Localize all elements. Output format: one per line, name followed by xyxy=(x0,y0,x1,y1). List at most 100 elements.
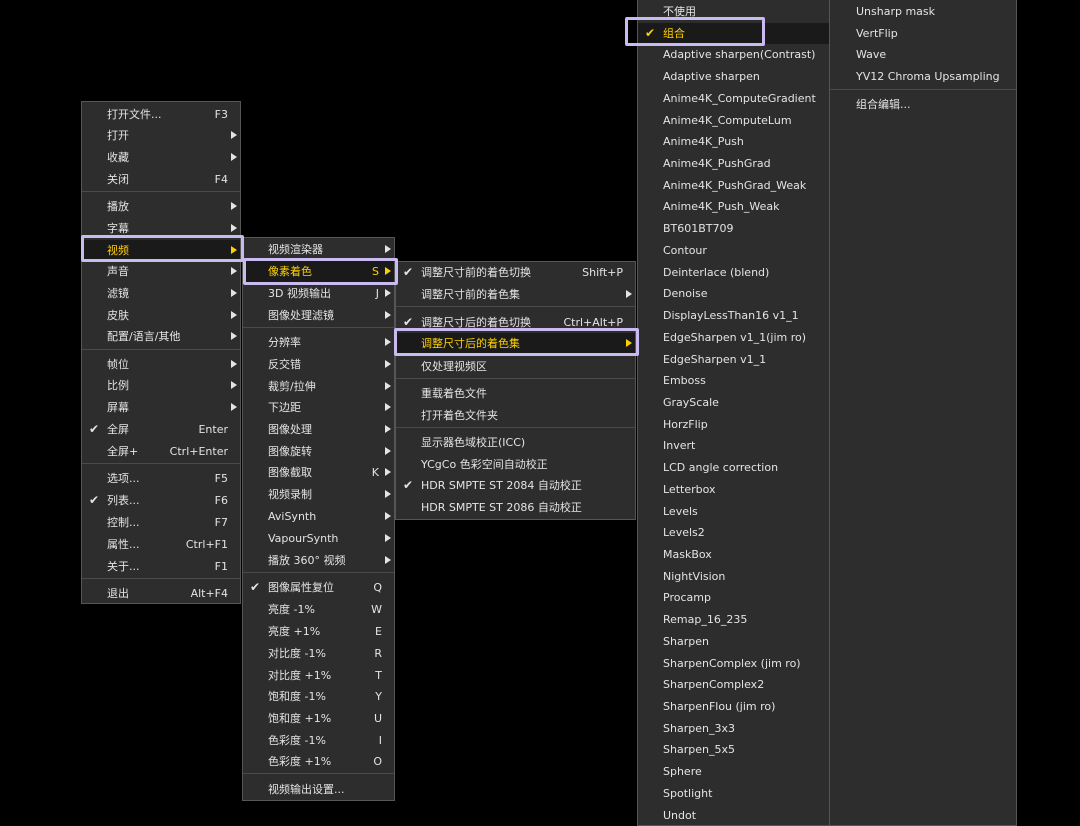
menu-item-5[interactable]: 字幕 xyxy=(82,218,240,239)
menu-item-maskbox[interactable]: MaskBox xyxy=(638,544,829,565)
menu-item-6[interactable]: 裁剪/拉伸 xyxy=(243,376,394,397)
menu-item-vertflip[interactable]: VertFlip xyxy=(830,23,1016,44)
menu-item-1[interactable]: 对比度 -1% R xyxy=(243,643,394,664)
menu-item-edgesharpen-v1-1-jim-ro[interactable]: EdgeSharpen v1_1(jim ro) xyxy=(638,327,829,348)
menu-item-lcd-angle-correction[interactable]: LCD angle correction xyxy=(638,457,829,478)
menu-item-sphere[interactable]: Sphere xyxy=(638,761,829,782)
menu-item-5[interactable]: 反交错 xyxy=(243,354,394,375)
menu-item-14[interactable]: ✔ 全屏 Enter xyxy=(82,419,240,440)
menu-item-18[interactable]: 控制... F7 xyxy=(82,512,240,533)
menu-item-contour[interactable]: Contour xyxy=(638,240,829,261)
menu-item-1[interactable]: 饱和度 -1% Y xyxy=(243,686,394,707)
menu-item-7[interactable]: 下边距 xyxy=(243,397,394,418)
menu-item-5[interactable]: 重载着色文件 xyxy=(396,383,635,404)
menu-item-letterbox[interactable]: Letterbox xyxy=(638,479,829,500)
menu-item-adaptive-sharpen-contrast[interactable]: Adaptive sharpen(Contrast) xyxy=(638,44,829,65)
menu-item-10[interactable]: 配置/语言/其他 xyxy=(82,326,240,347)
menu-item-sharpen[interactable]: Sharpen xyxy=(638,631,829,652)
menu-item-1[interactable]: 对比度 +1% T xyxy=(243,665,394,686)
menu-item-1[interactable]: 像素着色 S xyxy=(243,261,394,282)
menu-item-13[interactable]: 屏幕 xyxy=(82,397,240,418)
menu-item-avisynth[interactable]: AviSynth xyxy=(243,506,394,527)
menu-item-9[interactable]: 图像旋转 xyxy=(243,441,394,462)
menu-item-11[interactable]: 视频录制 xyxy=(243,484,394,505)
menu-item-levels2[interactable]: Levels2 xyxy=(638,522,829,543)
menu-item-hdr-smpte-st-2086[interactable]: HDR SMPTE ST 2086 自动校正 xyxy=(396,497,635,518)
menu-item-anime4k-push-weak[interactable]: Anime4K_Push_Weak xyxy=(638,196,829,217)
menu-item-grayscale[interactable]: GrayScale xyxy=(638,392,829,413)
menu-item-denoise[interactable]: Denoise xyxy=(638,283,829,304)
menu-item-levels[interactable]: Levels xyxy=(638,501,829,522)
menu-item-3[interactable]: 关闭 F4 xyxy=(82,169,240,190)
menu-item-2[interactable]: ✔ 调整尺寸后的着色切换 Ctrl+Alt+P xyxy=(396,312,635,333)
menu-item-21[interactable]: 退出 Alt+F4 xyxy=(82,583,240,604)
menu-item-1[interactable]: 色彩度 +1% O xyxy=(243,751,394,772)
menu-item-24[interactable]: 视频输出设置... xyxy=(243,779,394,800)
menu-item-6[interactable]: 视频 xyxy=(82,240,240,261)
menu-item-anime4k-pushgrad[interactable]: Anime4K_PushGrad xyxy=(638,153,829,174)
menu-item-8[interactable]: 滤镜 xyxy=(82,283,240,304)
menu-item-icc[interactable]: 显示器色域校正(ICC) xyxy=(396,432,635,453)
menu-item-17[interactable]: ✔ 列表... F6 xyxy=(82,490,240,511)
menu-item-6[interactable]: 打开着色文件夹 xyxy=(396,405,635,426)
menu-item-0[interactable]: 视频渲染器 xyxy=(243,239,394,260)
menu-item-deinterlace-blend[interactable]: Deinterlace (blend) xyxy=(638,262,829,283)
menu-item-3[interactable]: 图像处理滤镜 xyxy=(243,305,394,326)
menu-item-spotlight[interactable]: Spotlight xyxy=(638,783,829,804)
menu-item-nightvision[interactable]: NightVision xyxy=(638,566,829,587)
menu-item-4[interactable]: 组合编辑... xyxy=(830,94,1016,115)
menu-item-adaptive-sharpen[interactable]: Adaptive sharpen xyxy=(638,66,829,87)
menu-item-9[interactable]: 皮肤 xyxy=(82,305,240,326)
menu-item-0[interactable]: 打开文件... F3 xyxy=(82,104,240,125)
menu-item-1[interactable]: 饱和度 +1% U xyxy=(243,708,394,729)
menu-item-4[interactable]: 播放 xyxy=(82,196,240,217)
menu-item-7[interactable]: 声音 xyxy=(82,261,240,282)
menu-item-invert[interactable]: Invert xyxy=(638,435,829,456)
menu-item-sharpenflou-jim-ro[interactable]: SharpenFlou (jim ro) xyxy=(638,696,829,717)
menu-item-0[interactable]: ✔ 调整尺寸前的着色切换 Shift+P xyxy=(396,262,635,283)
menu-item-3d[interactable]: 3D 视频输出 J xyxy=(243,283,394,304)
menu-item-1[interactable]: 打开 xyxy=(82,125,240,146)
menu-item-anime4k-pushgrad-weak[interactable]: Anime4K_PushGrad_Weak xyxy=(638,175,829,196)
menu-item-8[interactable]: 图像处理 xyxy=(243,419,394,440)
menu-item-1[interactable]: ✔ 组合 xyxy=(638,22,829,44)
menu-item-12[interactable]: 比例 xyxy=(82,375,240,396)
menu-item-4[interactable]: 分辨率 xyxy=(243,332,394,353)
menu-item-sharpencomplex2[interactable]: SharpenComplex2 xyxy=(638,674,829,695)
menu-item-360[interactable]: 播放 360° 视频 xyxy=(243,550,394,571)
menu-item-vapoursynth[interactable]: VapourSynth xyxy=(243,528,394,549)
menu-item-anime4k-computelum[interactable]: Anime4K_ComputeLum xyxy=(638,110,829,131)
menu-item-yv12-chroma-upsampling[interactable]: YV12 Chroma Upsampling xyxy=(830,66,1016,87)
menu-item-sharpen-5x5[interactable]: Sharpen_5x5 xyxy=(638,739,829,760)
menu-item-3[interactable]: 调整尺寸后的着色集 xyxy=(396,333,635,354)
menu-item-sharpen-3x3[interactable]: Sharpen_3x3 xyxy=(638,718,829,739)
menu-item-15[interactable]: ✔ 图像属性复位 Q xyxy=(243,577,394,598)
menu-item-anime4k-push[interactable]: Anime4K_Push xyxy=(638,131,829,152)
menu-item-remap-16-235[interactable]: Remap_16_235 xyxy=(638,609,829,630)
menu-item-sharpencomplex-jim-ro[interactable]: SharpenComplex (jim ro) xyxy=(638,653,829,674)
menu-item-bt601bt709[interactable]: BT601BT709 xyxy=(638,218,829,239)
menu-item-anime4k-computegradient[interactable]: Anime4K_ComputeGradient xyxy=(638,88,829,109)
menu-item-11[interactable]: 帧位 xyxy=(82,354,240,375)
menu-item-edgesharpen-v1-1[interactable]: EdgeSharpen v1_1 xyxy=(638,349,829,370)
menu-item-4[interactable]: 仅处理视频区 xyxy=(396,356,635,377)
menu-item-2[interactable]: 收藏 xyxy=(82,147,240,168)
menu-item-15[interactable]: 全屏+ Ctrl+Enter xyxy=(82,441,240,462)
menu-item-ycgco[interactable]: YCgCo 色彩空间自动校正 xyxy=(396,454,635,475)
menu-item-19[interactable]: 属性... Ctrl+F1 xyxy=(82,534,240,555)
menu-item-hdr-smpte-st-2084[interactable]: ✔ HDR SMPTE ST 2084 自动校正 xyxy=(396,475,635,496)
menu-item-undot[interactable]: Undot xyxy=(638,805,829,826)
menu-item-procamp[interactable]: Procamp xyxy=(638,587,829,608)
menu-item-horzflip[interactable]: HorzFlip xyxy=(638,414,829,435)
menu-item-1[interactable]: 调整尺寸前的着色集 xyxy=(396,284,635,305)
menu-item-1[interactable]: 亮度 +1% E xyxy=(243,621,394,642)
menu-item-16[interactable]: 选项... F5 xyxy=(82,468,240,489)
menu-item-1[interactable]: 亮度 -1% W xyxy=(243,599,394,620)
menu-item-emboss[interactable]: Emboss xyxy=(638,370,829,391)
menu-item-1[interactable]: 色彩度 -1% I xyxy=(243,730,394,751)
menu-item-10[interactable]: 图像截取 K xyxy=(243,462,394,483)
menu-item-0[interactable]: 不使用 xyxy=(638,1,829,22)
menu-item-wave[interactable]: Wave xyxy=(830,44,1016,65)
menu-item-20[interactable]: 关于... F1 xyxy=(82,556,240,577)
menu-item-displaylessthan16-v1-1[interactable]: DisplayLessThan16 v1_1 xyxy=(638,305,829,326)
